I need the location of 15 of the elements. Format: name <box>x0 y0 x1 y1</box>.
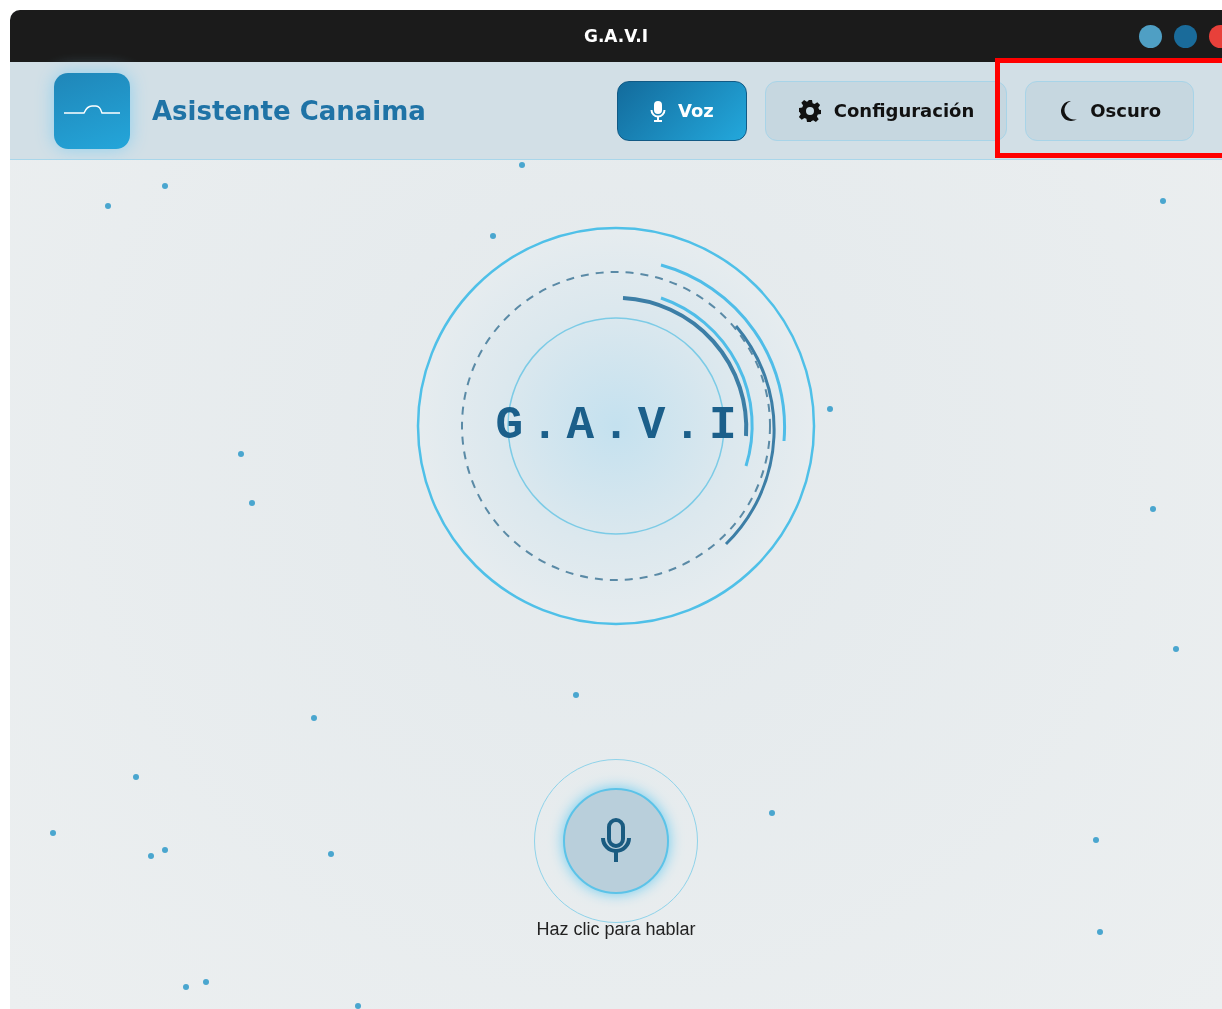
settings-icon <box>797 98 822 123</box>
microphone-icon <box>649 99 666 122</box>
hint-text: Haz clic para hablar <box>536 919 696 940</box>
settings-button[interactable]: Configuración <box>764 80 1008 141</box>
logo-text: G.A.V.I <box>495 400 745 452</box>
moon-icon <box>1058 99 1079 122</box>
minimize-button[interactable] <box>1139 25 1162 48</box>
microphone-icon <box>601 818 631 864</box>
app-logo-icon <box>54 72 130 149</box>
microphone-button[interactable] <box>563 788 669 894</box>
maximize-button[interactable] <box>1174 25 1197 48</box>
app-name: Asistente Canaima <box>152 95 426 126</box>
theme-button[interactable]: Oscuro <box>1025 80 1194 141</box>
voice-button[interactable]: Voz <box>616 80 747 141</box>
window-title: G.A.V.I <box>583 26 649 46</box>
